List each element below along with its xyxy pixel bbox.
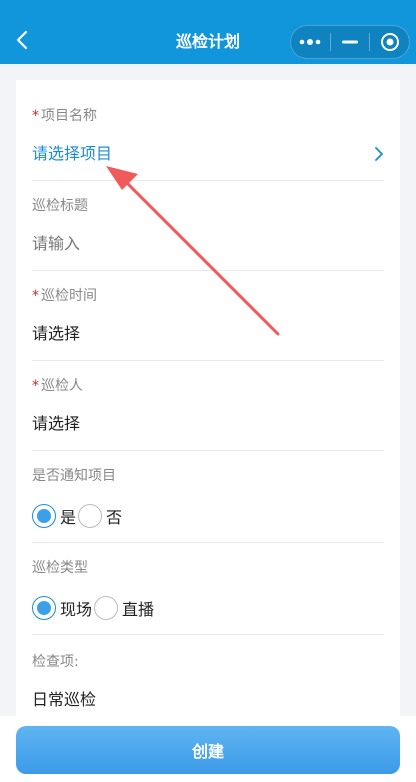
- inspection-type-label: 巡检类型: [32, 560, 88, 576]
- inspection-title-label: 巡检标题: [32, 198, 88, 214]
- divider: [32, 360, 384, 361]
- inspection-time-select[interactable]: 请选择: [32, 322, 384, 346]
- chevron-right-icon: [375, 147, 383, 161]
- divider: [32, 180, 384, 181]
- create-button[interactable]: 创建: [16, 726, 400, 774]
- capsule-menu: [290, 25, 410, 59]
- type-radio-group: 现场 直播: [32, 594, 384, 622]
- inspector-field[interactable]: * 巡检人 请选择: [32, 376, 384, 436]
- type-live-label: 直播: [122, 600, 155, 619]
- project-label: 项目名称: [41, 108, 97, 124]
- inspection-time-label-row: * 巡检时间: [32, 286, 384, 306]
- page-title: 巡检计划: [175, 32, 240, 51]
- notify-project-field: 是否通知项目 是 否: [32, 466, 384, 530]
- divider: [32, 542, 384, 543]
- notify-yes-label: 是: [60, 508, 77, 527]
- type-live-option[interactable]: 直播: [94, 596, 154, 620]
- minimize-button[interactable]: [331, 26, 370, 58]
- required-mark: *: [32, 378, 39, 394]
- radio-checked[interactable]: [32, 596, 56, 620]
- divider: [32, 634, 384, 635]
- divider: [32, 270, 384, 271]
- notify-radio-group: 是 否: [32, 502, 384, 530]
- inspection-title-input[interactable]: 请输入: [32, 232, 384, 256]
- notify-no-label: 否: [106, 508, 123, 527]
- inspector-label: 巡检人: [41, 378, 83, 394]
- check-items-value[interactable]: 日常巡检: [32, 688, 384, 712]
- inspection-title-field[interactable]: 巡检标题 请输入: [32, 196, 384, 256]
- back-button[interactable]: [12, 28, 32, 52]
- radio-dot: [37, 509, 51, 523]
- bottom-bar: 创建: [0, 716, 416, 782]
- required-mark: *: [32, 108, 39, 124]
- type-onsite-option[interactable]: 现场: [32, 596, 92, 620]
- check-items-label: 检查项:: [32, 654, 79, 670]
- minimize-icon: [342, 40, 358, 44]
- more-dots-icon: [300, 39, 321, 45]
- inspection-time-label: 巡检时间: [41, 288, 97, 304]
- navbar: 巡检计划: [0, 0, 416, 64]
- check-items-field[interactable]: 检查项: 日常巡检: [32, 652, 384, 712]
- inspection-time-field[interactable]: * 巡检时间 请选择: [32, 286, 384, 346]
- project-select[interactable]: 请选择项目: [32, 142, 384, 166]
- notify-no-option[interactable]: 否: [78, 504, 122, 528]
- required-mark: *: [32, 288, 39, 304]
- radio-dot: [37, 601, 51, 615]
- radio-unchecked[interactable]: [78, 504, 103, 528]
- inspection-type-field: 巡检类型 现场 直播: [32, 558, 384, 622]
- type-onsite-label: 现场: [60, 600, 93, 619]
- more-button[interactable]: [291, 26, 330, 58]
- project-field[interactable]: * 项目名称 请选择项目: [32, 106, 384, 166]
- chevron-left-icon: [16, 30, 28, 50]
- project-label-row: * 项目名称: [32, 106, 384, 126]
- inspector-label-row: * 巡检人: [32, 376, 384, 396]
- divider: [32, 450, 384, 451]
- close-target-icon: [380, 33, 399, 51]
- notify-yes-option[interactable]: 是: [32, 504, 76, 528]
- radio-unchecked[interactable]: [94, 596, 119, 620]
- inspector-select[interactable]: 请选择: [32, 412, 384, 436]
- radio-checked[interactable]: [32, 504, 56, 528]
- form-card: * 项目名称 请选择项目 巡检标题 请输入 * 巡检时间 请选择 * 巡检人 请选择 …: [16, 80, 400, 720]
- notify-project-label: 是否通知项目: [32, 468, 116, 484]
- close-button[interactable]: [370, 26, 409, 58]
